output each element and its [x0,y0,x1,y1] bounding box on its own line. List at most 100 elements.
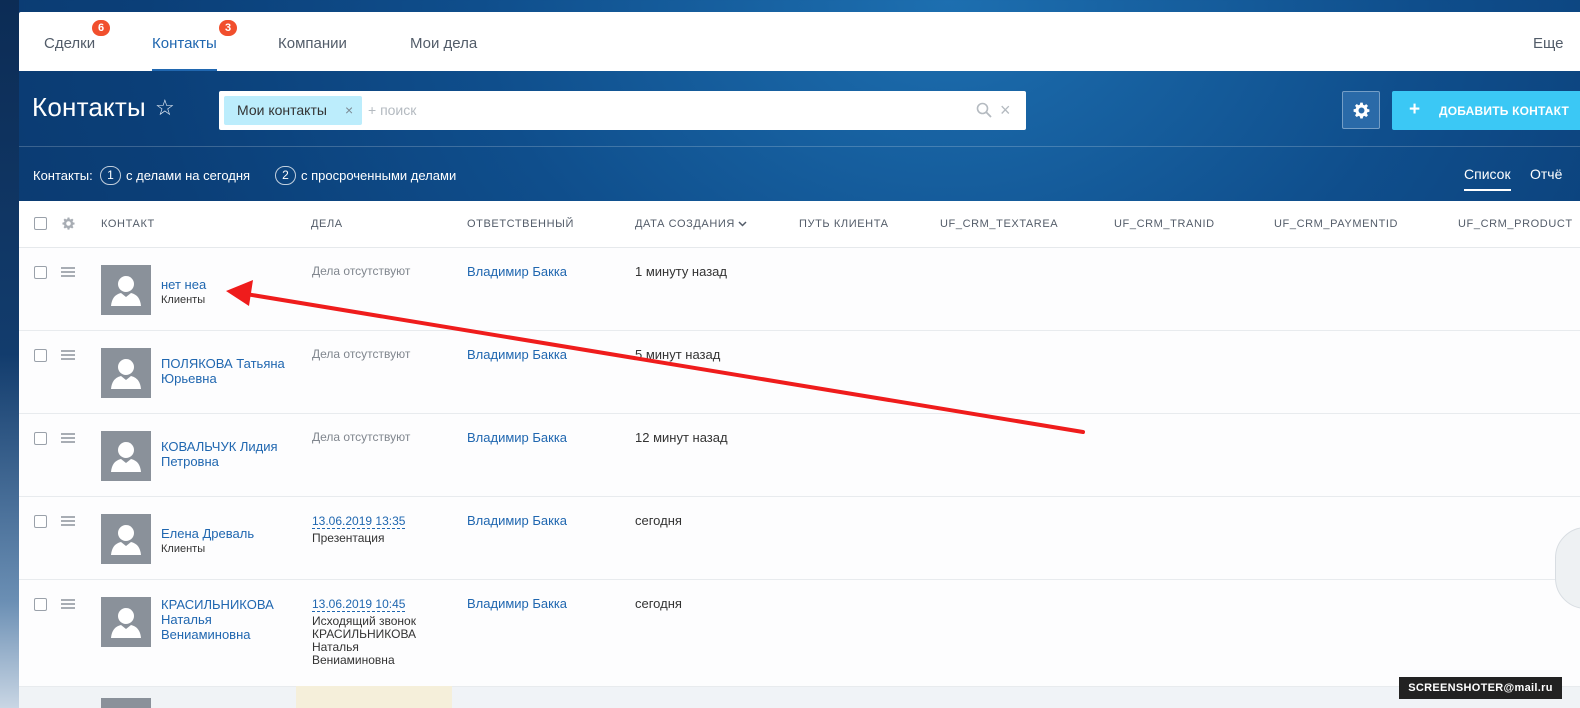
table-row[interactable]: КОВАЛЬЧУК Лидия Петровна Дела отсутствую… [19,414,1580,497]
add-contact-label: ДОБАВИТЬ КОНТАКТ [1439,104,1570,118]
contact-avatar-icon[interactable] [101,431,151,481]
search-icon[interactable] [976,102,992,118]
row-menu-icon[interactable] [61,516,75,526]
favorite-star-icon[interactable]: ☆ [155,95,175,121]
contact-avatar-icon[interactable] [101,348,151,398]
nav-tab-label: Компании [278,35,347,52]
nav-tab-label: Сделки [44,35,96,52]
background-edge [0,0,19,708]
column-settings-gear-icon[interactable] [62,217,75,230]
nav-tab-label: Контакты [152,35,217,52]
row-checkbox[interactable] [34,515,47,528]
contact-name-link[interactable]: КРАСИЛЬНИКОВА Наталья Вениаминовна [161,597,274,642]
grid-header: КОНТАКТ ДЕЛА ОТВЕТСТВЕННЫЙ ДАТА СОЗДАНИЯ… [19,201,1580,248]
responsible-link[interactable]: Владимир Бакка [467,513,567,528]
responsible-link[interactable]: Владимир Бакка [467,347,567,362]
select-all-checkbox[interactable] [34,217,47,230]
counter-today-badge[interactable]: 1 [100,166,121,185]
column-header-uf-tranid[interactable]: UF_CRM_TRANID [1114,218,1215,230]
column-header-responsible[interactable]: ОТВЕТСТВЕННЫЙ [467,218,574,230]
page-title: Контакты [32,92,146,122]
column-header-uf-textarea[interactable]: UF_CRM_TEXTAREA [940,218,1058,230]
header-divider [19,146,1580,147]
contact-type: Клиенты [161,543,206,555]
gear-icon [1353,102,1370,119]
created-cell: 1 минуту назад [635,264,727,279]
contact-cell: Елена Древаль Клиенты [161,526,291,557]
nav-tab-contacts[interactable]: Контакты [152,12,217,71]
responsible-link[interactable]: Владимир Бакка [467,264,567,279]
contacts-count-badge: 3 [219,20,237,36]
column-header-contact[interactable]: КОНТАКТ [101,218,155,230]
contact-avatar-icon[interactable] [101,514,151,564]
contacts-grid: КОНТАКТ ДЕЛА ОТВЕТСТВЕННЫЙ ДАТА СОЗДАНИЯ… [19,201,1580,708]
column-header-uf-paymentid[interactable]: UF_CRM_PAYMENTID [1274,218,1398,230]
contact-name-link[interactable]: нет неа [161,277,206,292]
contact-name-link[interactable]: Елена Древаль [161,526,254,541]
row-menu-icon[interactable] [61,433,75,443]
add-contact-button[interactable]: + ДОБАВИТЬ КОНТАКТ [1392,91,1580,130]
counter-overdue-badge[interactable]: 2 [275,166,296,185]
contact-name-link[interactable]: КОВАЛЬЧУК Лидия Петровна [161,439,278,469]
row-menu-icon[interactable] [61,599,75,609]
row-menu-icon[interactable] [61,350,75,360]
row-checkbox[interactable] [34,266,47,279]
table-row[interactable]: Елена Древаль Клиенты 13.06.2019 13:35 П… [19,497,1580,580]
activity-cell: Дела отсутствуют [312,347,411,361]
responsible-link[interactable]: Владимир Бакка [467,430,567,445]
nav-tab-label: Мои дела [410,35,478,52]
screenshoter-watermark: SCREENSHOTER@mail.ru [1399,677,1562,699]
counter-today-link[interactable]: с делами на сегодня [126,168,250,183]
contact-avatar-icon[interactable] [101,597,151,647]
table-row[interactable]: нет неа Клиенты Дела отсутствуют Владими… [19,248,1580,331]
top-navigation: Сделки 6 Контакты 3 Компании Мои дела Ещ… [19,12,1580,71]
nav-tab-companies[interactable]: Компании [278,12,347,71]
created-cell: сегодня [635,513,682,528]
contact-name-link[interactable]: ПОЛЯКОВА Татьяна Юрьевна [161,356,285,386]
filter-search-bar[interactable]: Мои контакты × + поиск × [219,91,1026,130]
remove-filter-icon[interactable]: × [345,102,353,118]
column-header-uf-product[interactable]: UF_CRM_PRODUCT [1458,218,1573,230]
nav-tab-my-activities[interactable]: Мои дела [410,12,477,71]
next-row-activity-highlight [296,686,452,708]
view-tab-report[interactable]: Отчё [1530,166,1562,182]
row-menu-icon[interactable] [61,267,75,277]
table-row[interactable]: КРАСИЛЬНИКОВА Наталья Вениаминовна 13.06… [19,580,1580,687]
activity-cell: 13.06.2019 10:45 Исходящий звонок КРАСИЛ… [312,596,424,667]
contact-type: Клиенты [161,294,206,306]
row-checkbox[interactable] [34,432,47,445]
contact-avatar-icon[interactable] [101,698,151,708]
search-input[interactable]: + поиск [368,102,416,118]
nav-tab-deals[interactable]: Сделки [44,12,95,71]
activity-description: Презентация [312,531,385,545]
contact-avatar-icon[interactable] [101,265,151,315]
row-checkbox[interactable] [34,598,47,611]
filter-chip[interactable]: Мои контакты × [224,96,362,125]
contact-cell: КОВАЛЬЧУК Лидия Петровна [161,439,291,469]
column-header-activities[interactable]: ДЕЛА [311,218,343,230]
contact-cell: нет неа Клиенты [161,277,291,308]
created-cell: 5 минут назад [635,347,721,362]
activity-description: Исходящий звонок КРАСИЛЬНИКОВА Наталья В… [312,614,417,667]
table-row[interactable]: ПОЛЯКОВА Татьяна Юрьевна Дела отсутствую… [19,331,1580,414]
column-header-client-path[interactable]: ПУТЬ КЛИЕНТА [799,218,889,230]
view-tab-list[interactable]: Список [1464,166,1511,191]
activity-cell: Дела отсутствуют [312,264,411,278]
clear-search-icon[interactable]: × [1000,100,1011,121]
settings-button[interactable] [1342,91,1380,129]
activity-date-link[interactable]: 13.06.2019 13:35 [312,514,406,529]
responsible-link[interactable]: Владимир Бакка [467,596,567,611]
sort-chevron-down-icon[interactable] [738,221,747,227]
created-cell: сегодня [635,596,682,611]
filter-chip-label: Мои контакты [237,102,327,118]
row-checkbox[interactable] [34,349,47,362]
activity-date-link[interactable]: 13.06.2019 10:45 [312,597,406,612]
contact-cell: ПОЛЯКОВА Татьяна Юрьевна [161,356,291,386]
nav-more[interactable]: Еще [1533,12,1564,71]
activity-cell: Дела отсутствуют [312,430,411,444]
counters-label: Контакты: [33,168,93,183]
created-cell: 12 минут назад [635,430,728,445]
column-header-created[interactable]: ДАТА СОЗДАНИЯ [635,218,735,230]
deals-count-badge: 6 [92,20,110,36]
counter-overdue-link[interactable]: с просроченными делами [301,168,456,183]
